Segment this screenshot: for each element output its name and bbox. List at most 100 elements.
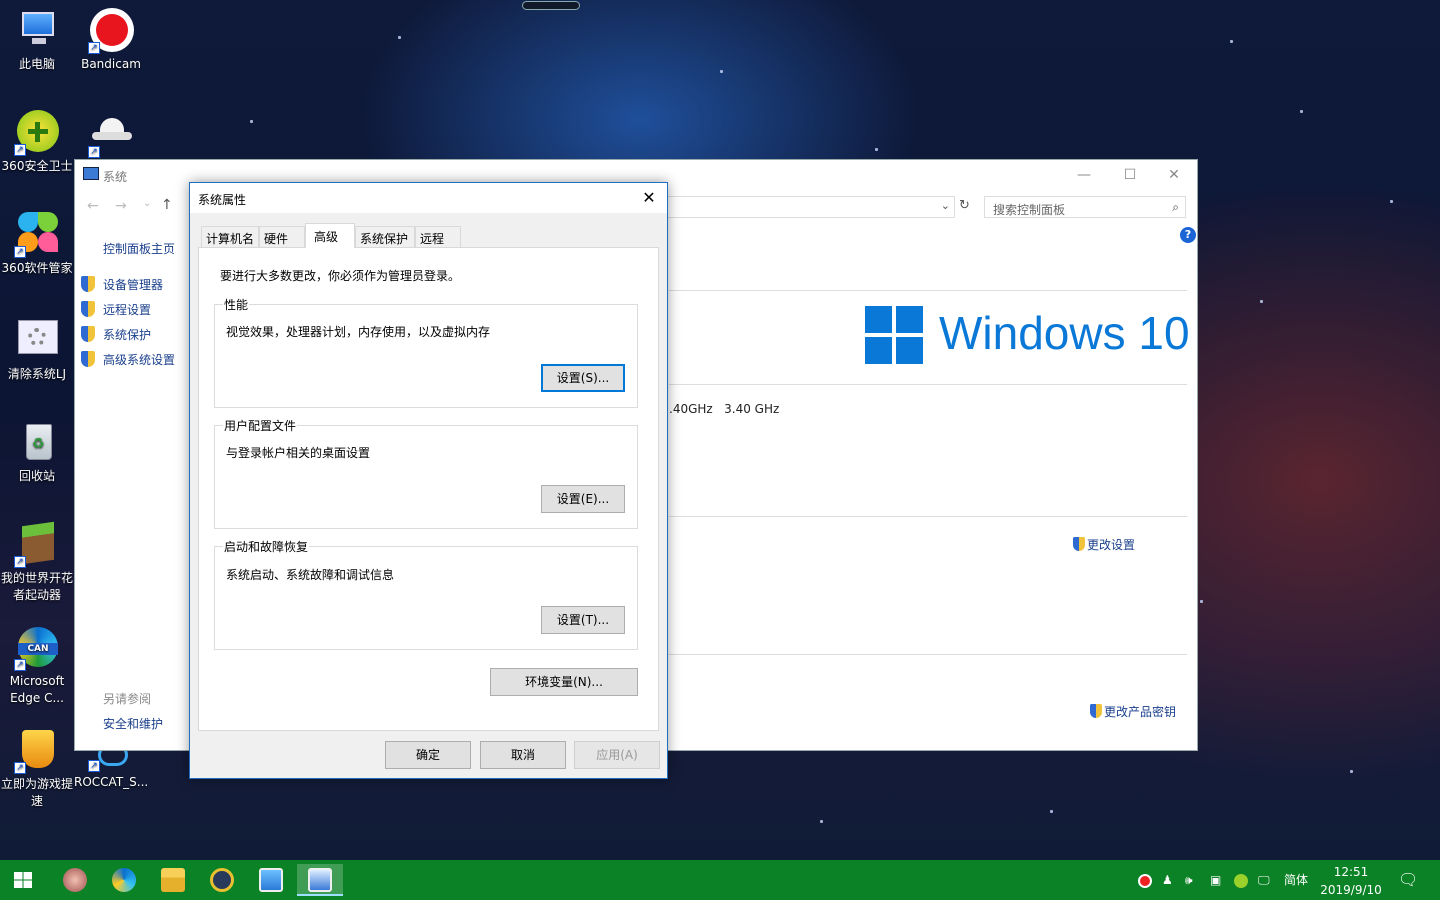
uac-shield-icon bbox=[1073, 537, 1085, 551]
action-center-icon[interactable]: 🗨 bbox=[1398, 860, 1418, 900]
desktop-icon-minecraft[interactable]: ↗ 我的世界开花者起动器 bbox=[0, 521, 74, 604]
user-profiles-desc: 与登录帐户相关的桌面设置 bbox=[226, 446, 371, 460]
taskbar: ♟ 🕪 ▣ 🖵 简体 12:51 2019/9/10 🗨 bbox=[0, 860, 1440, 900]
system-window-title: 系统 bbox=[103, 170, 128, 184]
tray-cube-icon[interactable]: ▣ bbox=[1210, 860, 1221, 900]
search-icon: ⌕ bbox=[1172, 200, 1179, 214]
taskbar-avatar[interactable] bbox=[52, 864, 98, 896]
nav-device-manager[interactable]: 设备管理器 bbox=[81, 276, 175, 301]
minecraft-icon: ↗ bbox=[14, 521, 60, 568]
taskbar-file-explorer[interactable] bbox=[150, 864, 196, 896]
startup-recovery-title: 启动和故障恢复 bbox=[223, 538, 310, 555]
recent-chevron-icon[interactable]: ⌄ bbox=[143, 198, 151, 209]
nav-system-protection[interactable]: 系统保护 bbox=[81, 326, 175, 351]
taskbar-security[interactable] bbox=[199, 864, 245, 896]
dialog-titlebar[interactable]: 系统属性 ✕ bbox=[190, 183, 667, 213]
taskbar-edge[interactable] bbox=[101, 864, 147, 896]
top-handle bbox=[522, 1, 580, 10]
control-panel-icon bbox=[259, 868, 283, 892]
forward-icon[interactable]: → bbox=[115, 198, 127, 214]
control-panel-home-link[interactable]: 控制面板主页 bbox=[103, 240, 175, 276]
tray-network-icon[interactable]: 🖵 bbox=[1258, 860, 1270, 900]
desktop-icon-360-software[interactable]: ↗ 360软件管家 bbox=[0, 212, 74, 277]
clock[interactable]: 12:51 2019/9/10 bbox=[1318, 860, 1384, 900]
windows-flag-icon bbox=[865, 306, 923, 364]
user-profiles-group: 用户配置文件 与登录帐户相关的桌面设置 设置(E)... bbox=[214, 417, 638, 529]
tray-volume-icon[interactable]: 🕪 bbox=[1185, 860, 1193, 900]
help-icon[interactable]: ? bbox=[1180, 227, 1196, 243]
performance-group: 性能 视觉效果，处理器计划，内存使用，以及虚拟内存 设置(S)... bbox=[214, 296, 638, 408]
performance-desc: 视觉效果，处理器计划，内存使用，以及虚拟内存 bbox=[226, 325, 491, 339]
ok-button[interactable]: 确定 bbox=[385, 741, 471, 769]
tab-remote[interactable]: 远程 bbox=[415, 226, 461, 247]
taskbar-system-props[interactable] bbox=[297, 864, 343, 896]
clock-time: 12:51 bbox=[1333, 865, 1369, 879]
divider bbox=[669, 384, 1187, 385]
divider bbox=[669, 516, 1187, 517]
see-also-label: 另请参阅 bbox=[103, 692, 152, 706]
nav-advanced-settings[interactable]: 高级系统设置 bbox=[81, 351, 175, 376]
desktop-icon-cleaner[interactable]: 清除系统LJ bbox=[0, 318, 74, 383]
dialog-title: 系统属性 bbox=[198, 193, 247, 207]
clock-date: 2019/9/10 bbox=[1320, 883, 1382, 897]
recycle-bin-icon: ♻ bbox=[14, 420, 60, 466]
uac-shield-icon bbox=[81, 301, 95, 317]
close-button[interactable]: ✕ bbox=[1151, 164, 1197, 186]
minimize-button[interactable]: — bbox=[1061, 164, 1107, 186]
taskbar-control-panel[interactable] bbox=[248, 864, 294, 896]
computer-icon bbox=[14, 8, 60, 54]
up-icon[interactable]: ↑ bbox=[161, 197, 173, 213]
performance-settings-button[interactable]: 设置(S)... bbox=[541, 364, 625, 392]
edge-icon: CAN ↗ bbox=[14, 625, 60, 671]
desktop-icon-this-pc[interactable]: 此电脑 bbox=[0, 8, 74, 73]
tray-record-icon[interactable] bbox=[1138, 860, 1152, 900]
divider bbox=[669, 290, 1187, 291]
desktop-icon-bandicam[interactable]: ↗ Bandicam bbox=[74, 8, 148, 73]
refresh-icon[interactable]: ↻ bbox=[959, 198, 970, 213]
back-icon[interactable]: ← bbox=[87, 198, 99, 214]
avatar-icon bbox=[63, 868, 87, 892]
pinwheel-icon: ↗ bbox=[14, 212, 60, 258]
system-properties-dialog: 系统属性 ✕ 计算机名 硬件 高级 系统保护 远程 要进行大多数更改，你必须作为… bbox=[189, 182, 668, 779]
tab-hardware[interactable]: 硬件 bbox=[259, 226, 305, 247]
desktop-icon-360-safe[interactable]: ↗ 360安全卫士 bbox=[0, 110, 74, 175]
left-nav: 控制面板主页 设备管理器 远程设置 系统保护 高级系统设置 另请参阅 安全和维护 bbox=[81, 240, 175, 731]
tray-qq-icon[interactable]: ♟ bbox=[1162, 860, 1173, 900]
shield-plus-icon: ↗ bbox=[14, 110, 60, 156]
cancel-button[interactable]: 取消 bbox=[480, 741, 566, 769]
desktop-icon-game-boost[interactable]: ↗ 立即为游戏提速 bbox=[0, 728, 74, 810]
divider bbox=[669, 654, 1187, 655]
tab-computer-name[interactable]: 计算机名 bbox=[201, 226, 259, 247]
performance-title: 性能 bbox=[223, 296, 250, 313]
address-dropdown-icon[interactable]: ⌄ bbox=[941, 199, 950, 212]
search-placeholder: 搜索控制面板 bbox=[993, 203, 1066, 217]
desktop-icon-cloud[interactable]: ↗ bbox=[74, 112, 148, 160]
maximize-button[interactable]: ☐ bbox=[1107, 164, 1153, 186]
desktop-icon-edge[interactable]: CAN ↗ Microsoft Edge C... bbox=[0, 625, 74, 707]
ime-indicator[interactable]: 简体 bbox=[1284, 860, 1308, 900]
advanced-panel: 要进行大多数更改，你必须作为管理员登录。 性能 视觉效果，处理器计划，内存使用，… bbox=[198, 247, 659, 731]
tray-360-icon[interactable] bbox=[1234, 860, 1248, 900]
record-icon: ↗ bbox=[88, 8, 134, 54]
startup-recovery-settings-button[interactable]: 设置(T)... bbox=[541, 606, 625, 634]
game-boost-icon: ↗ bbox=[14, 728, 60, 774]
security-maintenance-link[interactable]: 安全和维护 bbox=[103, 715, 163, 740]
environment-variables-button[interactable]: 环境变量(N)... bbox=[490, 668, 638, 696]
file-explorer-icon bbox=[161, 868, 185, 892]
search-input[interactable]: 搜索控制面板 ⌕ bbox=[984, 196, 1186, 218]
user-profiles-title: 用户配置文件 bbox=[223, 417, 298, 434]
uac-shield-icon bbox=[1090, 704, 1102, 718]
security-icon bbox=[210, 868, 234, 892]
nav-remote-settings[interactable]: 远程设置 bbox=[81, 301, 175, 326]
address-bar[interactable]: ⌄ bbox=[665, 196, 955, 218]
user-profiles-settings-button[interactable]: 设置(E)... bbox=[541, 485, 625, 513]
change-settings-link[interactable]: 更改设置 bbox=[1073, 535, 1135, 553]
start-button[interactable] bbox=[0, 864, 46, 896]
dialog-close-button[interactable]: ✕ bbox=[637, 187, 661, 209]
desktop-icon-recycle-bin[interactable]: ♻ 回收站 bbox=[0, 420, 74, 485]
change-product-key-link[interactable]: 更改产品密钥 bbox=[1090, 702, 1176, 720]
apply-button[interactable]: 应用(A) bbox=[574, 741, 660, 769]
tab-system-protection[interactable]: 系统保护 bbox=[355, 226, 415, 247]
start-icon bbox=[14, 872, 32, 888]
tab-advanced[interactable]: 高级 bbox=[305, 223, 355, 248]
